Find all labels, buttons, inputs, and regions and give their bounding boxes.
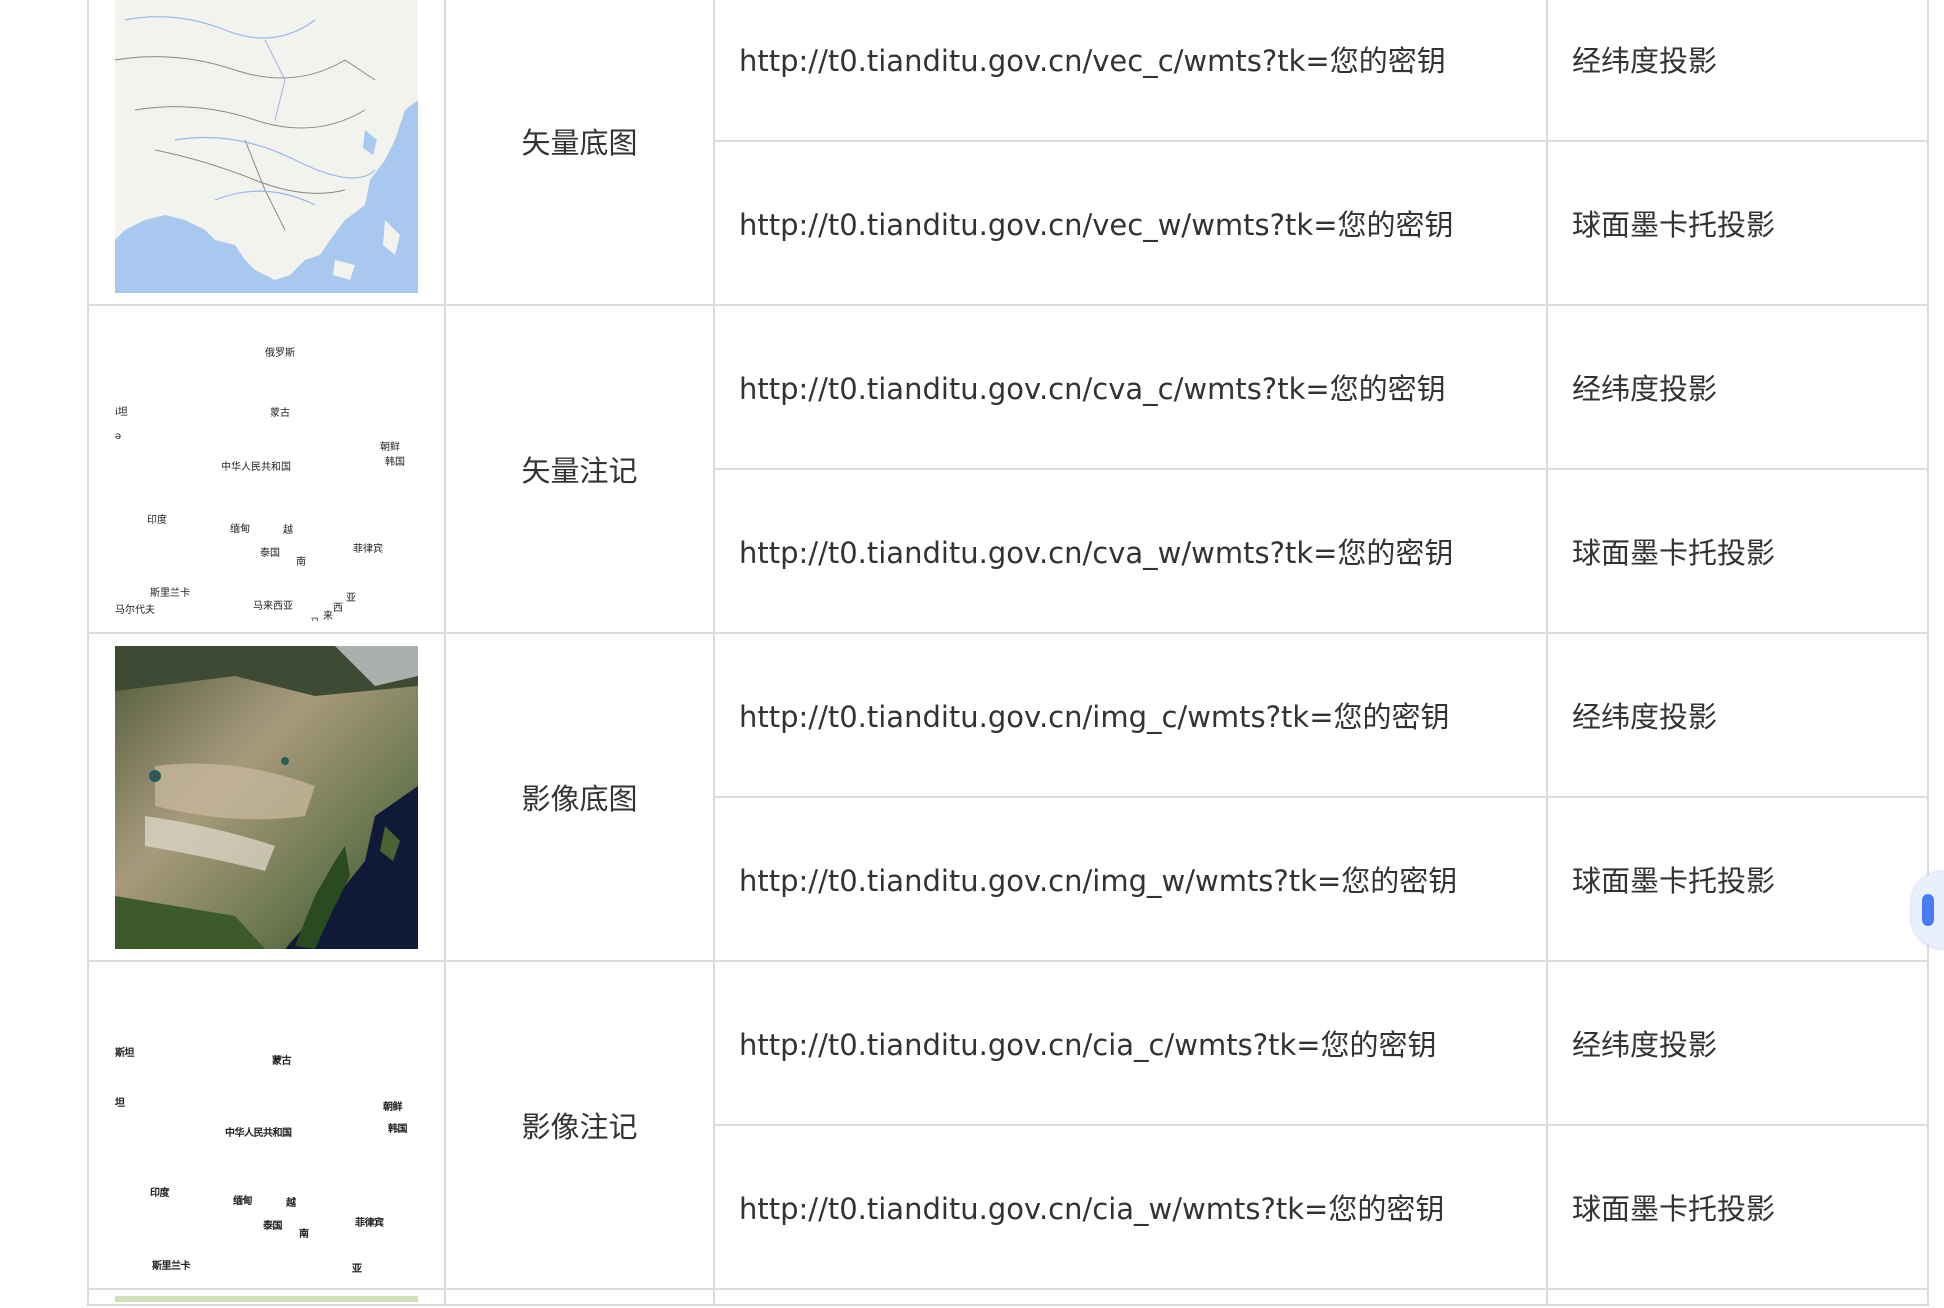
map-label: 南	[299, 1228, 309, 1240]
vector-labels-thumbnail: 俄罗斯 i坦 蒙古 ǝ 朝鲜 中华人民共和国 韩国 印度 缅甸 越 泰国 菲律宾…	[115, 318, 418, 621]
map-label: 斯里兰卡	[152, 1260, 191, 1272]
map-label: 缅甸	[230, 523, 250, 535]
map-label: 越	[283, 524, 293, 536]
empty-cell	[713, 1288, 1548, 1306]
projection-label: 经纬度投影	[1546, 632, 1929, 798]
map-label: 中华人民共和国	[221, 461, 291, 473]
map-label: 亚	[352, 1263, 362, 1275]
thumbnail-cell	[87, 632, 446, 962]
image-labels-thumbnail: 斯坦 蒙古 坦 朝鲜 韩国 中华人民共和国 印度 缅甸 越 泰国 菲律宾 南 斯…	[115, 974, 418, 1277]
projection-label: 经纬度投影	[1546, 960, 1929, 1126]
map-label: 韩国	[385, 456, 405, 468]
projection-label: 球面墨卡托投影	[1546, 140, 1929, 306]
projection-label: 球面墨卡托投影	[1546, 468, 1929, 634]
thumbnail-cell	[87, 0, 446, 306]
projection-label: 球面墨卡托投影	[1546, 1124, 1929, 1290]
service-url: http://t0.tianditu.gov.cn/img_c/wmts?tk=…	[713, 632, 1548, 798]
service-url: http://t0.tianditu.gov.cn/vec_w/wmts?tk=…	[713, 140, 1548, 306]
tianditu-service-table: 矢量底图 http://t0.tianditu.gov.cn/vec_c/wmt…	[87, 0, 1929, 1306]
next-thumbnail-edge	[115, 1296, 418, 1302]
service-url: http://t0.tianditu.gov.cn/cia_c/wmts?tk=…	[713, 960, 1548, 1126]
service-url: http://t0.tianditu.gov.cn/cia_w/wmts?tk=…	[713, 1124, 1548, 1290]
map-label: 西	[333, 602, 343, 614]
map-label: 亚	[346, 592, 356, 604]
map-label: 中华人民共和国	[225, 1127, 292, 1139]
map-label: 朝鲜	[380, 441, 400, 453]
layer-name: 影像底图	[444, 632, 715, 962]
map-label: 菲律宾	[355, 1217, 384, 1229]
empty-cell	[1546, 1288, 1929, 1306]
map-label: 缅甸	[233, 1195, 253, 1207]
map-label: 印度	[150, 1187, 170, 1199]
table-row-partial	[87, 1288, 1929, 1306]
layer-name: 矢量注记	[444, 304, 715, 634]
map-label: 菲律宾	[353, 543, 383, 555]
map-label: 马	[310, 614, 320, 621]
table-row: 俄罗斯 i坦 蒙古 ǝ 朝鲜 中华人民共和国 韩国 印度 缅甸 越 泰国 菲律宾…	[87, 304, 1929, 634]
map-label: 马尔代夫	[115, 604, 155, 616]
map-label: 俄罗斯	[265, 347, 295, 359]
table-row: 斯坦 蒙古 坦 朝鲜 韩国 中华人民共和国 印度 缅甸 越 泰国 菲律宾 南 斯…	[87, 960, 1929, 1290]
map-label: 泰国	[263, 1220, 283, 1232]
layer-name: 矢量底图	[444, 0, 715, 306]
table-row: 矢量底图 http://t0.tianditu.gov.cn/vec_c/wmt…	[87, 0, 1929, 306]
map-label: 斯坦	[115, 1047, 135, 1059]
map-label: 斯里兰卡	[150, 587, 190, 599]
map-label: 印度	[147, 514, 167, 526]
map-label: ǝ	[115, 430, 122, 442]
map-label: 马来西亚	[253, 600, 293, 612]
projection-label: 球面墨卡托投影	[1546, 796, 1929, 962]
map-label: 越	[286, 1197, 296, 1209]
map-label: 朝鲜	[383, 1101, 403, 1113]
map-label: 坦	[115, 1097, 125, 1109]
service-url: http://t0.tianditu.gov.cn/img_w/wmts?tk=…	[713, 796, 1548, 962]
map-label: 来	[323, 610, 333, 621]
service-url: http://t0.tianditu.gov.cn/vec_c/wmts?tk=…	[713, 0, 1548, 142]
projection-label: 经纬度投影	[1546, 0, 1929, 142]
thumbnail-cell	[87, 1288, 446, 1306]
map-label: 蒙古	[272, 1055, 292, 1067]
thumbnail-cell: 俄罗斯 i坦 蒙古 ǝ 朝鲜 中华人民共和国 韩国 印度 缅甸 越 泰国 菲律宾…	[87, 304, 446, 634]
map-label: 韩国	[388, 1123, 408, 1135]
satellite-image-thumbnail	[115, 645, 418, 949]
service-url: http://t0.tianditu.gov.cn/cva_c/wmts?tk=…	[713, 304, 1548, 470]
map-label: i坦	[115, 406, 128, 418]
map-label: 泰国	[260, 547, 280, 559]
page: 矢量底图 http://t0.tianditu.gov.cn/vec_c/wmt…	[0, 0, 1944, 1308]
map-label: 南	[296, 556, 306, 568]
thumbnail-cell: 斯坦 蒙古 坦 朝鲜 韩国 中华人民共和国 印度 缅甸 越 泰国 菲律宾 南 斯…	[87, 960, 446, 1290]
empty-cell	[444, 1288, 715, 1306]
layer-name: 影像注记	[444, 960, 715, 1290]
projection-label: 经纬度投影	[1546, 304, 1929, 470]
widget-icon	[1922, 894, 1934, 926]
vector-map-thumbnail	[115, 0, 418, 293]
map-label: 蒙古	[270, 407, 290, 419]
table-row: 影像底图 http://t0.tianditu.gov.cn/img_c/wmt…	[87, 632, 1929, 962]
service-url: http://t0.tianditu.gov.cn/cva_w/wmts?tk=…	[713, 468, 1548, 634]
